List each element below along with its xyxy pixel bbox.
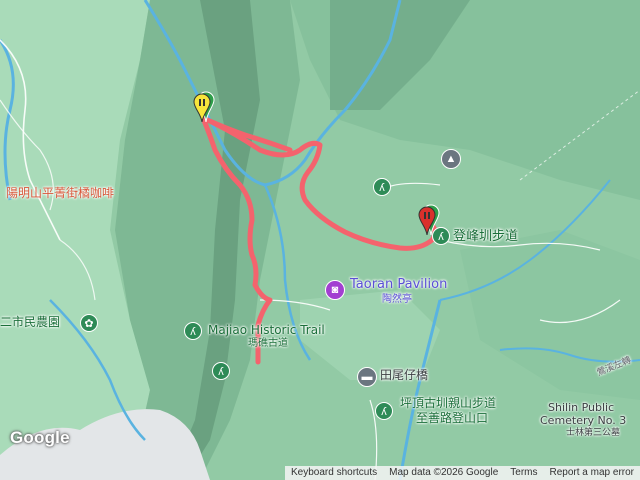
google-logo: Google [10, 428, 70, 447]
label-majiao-trail[interactable]: Majiao Historic Trail [208, 323, 325, 337]
label-pingding-trail[interactable]: 坪頂古圳親山步道 [400, 396, 496, 410]
label-farm[interactable]: 二市民農園 [0, 315, 60, 329]
hiking-icon[interactable]: ʎ [375, 402, 393, 420]
label-cafe[interactable]: 陽明山平菁街橘咖啡 [6, 186, 114, 200]
keyboard-shortcuts-link[interactable]: Keyboard shortcuts [285, 466, 383, 480]
map-view[interactable]: ʎ ▲ ʎ 登峰圳步道 ◙ Taoran Pavilion 陶然亭 ʎ Maji… [0, 0, 640, 480]
bridge-icon[interactable]: ▬ [357, 367, 377, 387]
label-dengfeng-trail[interactable]: 登峰圳步道 [453, 229, 518, 244]
map-data-text: Map data ©2026 Google [389, 467, 499, 478]
start-marker-icon[interactable] [193, 90, 215, 124]
label-pingding-trailhead: 至善路登山口 [416, 411, 489, 425]
hiking-icon[interactable]: ʎ [184, 322, 202, 340]
hiking-icon[interactable]: ʎ [373, 178, 391, 196]
terms-link[interactable]: Terms [504, 466, 543, 480]
label-cemetery-en-2: Cemetery No. 3 [540, 414, 627, 427]
label-cemetery-en-1[interactable]: Shilin Public [548, 401, 614, 414]
school-icon[interactable]: ▲ [441, 149, 461, 169]
attribution-bar: Keyboard shortcuts Map data ©2026 Google… [284, 466, 640, 480]
label-cemetery-zh: 士林第三公墓 [566, 428, 621, 438]
label-tianweizai-bridge[interactable]: 田尾仔橋 [380, 368, 428, 382]
label-majiao-trail-zh: 瑪礁古道 [248, 338, 288, 349]
camera-icon[interactable]: ◙ [325, 280, 345, 300]
hiking-icon[interactable]: ʎ [212, 362, 230, 380]
label-taoran-pavilion-zh: 陶然亭 [382, 294, 412, 305]
flower-icon[interactable]: ✿ [80, 314, 98, 332]
hiking-icon[interactable]: ʎ [432, 227, 450, 245]
terrain-layer [0, 0, 640, 480]
label-taoran-pavilion[interactable]: Taoran Pavilion [350, 277, 447, 292]
report-error-link[interactable]: Report a map error [544, 466, 640, 480]
